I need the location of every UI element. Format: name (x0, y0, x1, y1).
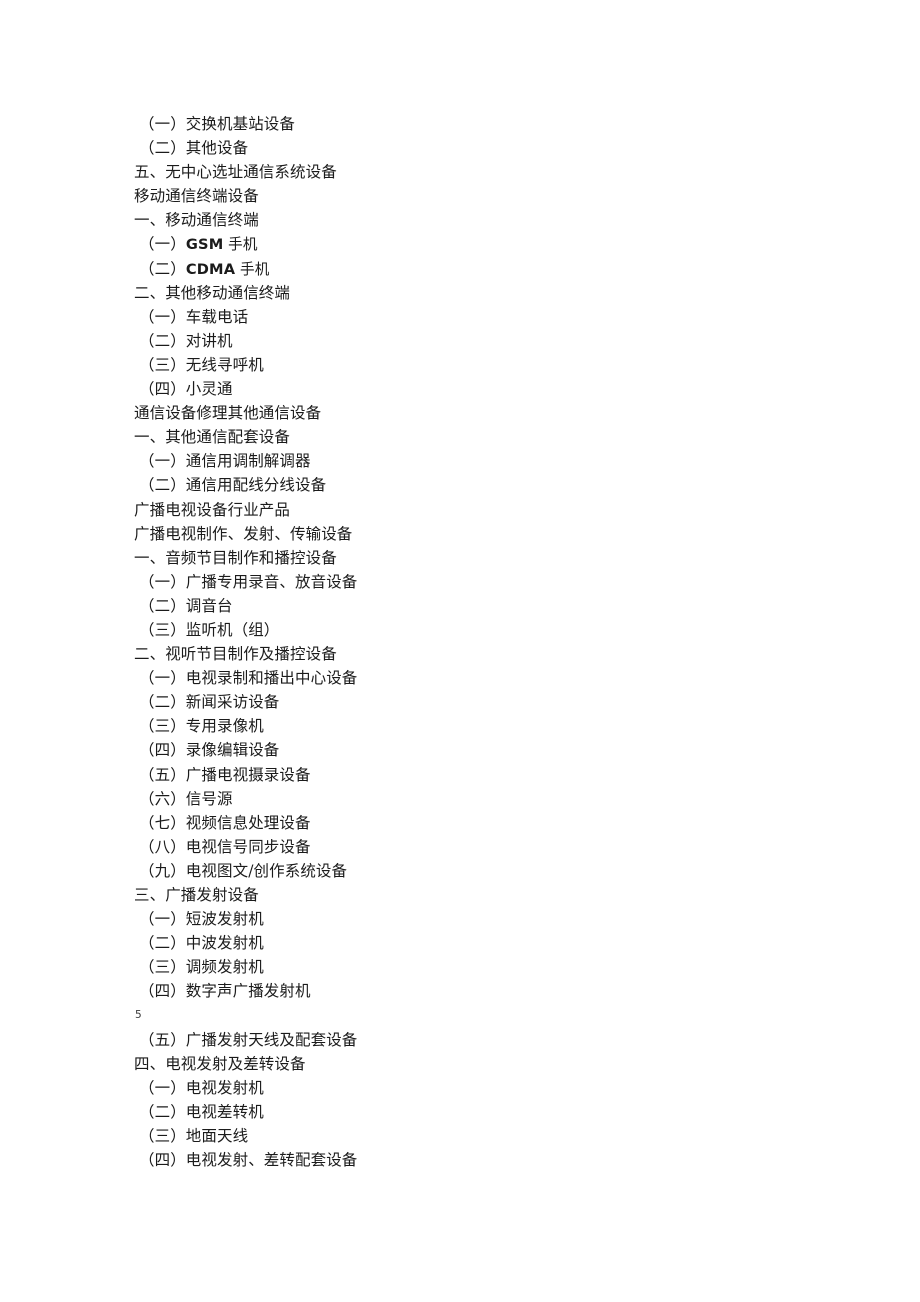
outline-line: （二）通信用配线分线设备 (139, 476, 327, 495)
outline-line: （四）小灵通 (139, 380, 233, 399)
outline-line: （一）车载电话 (139, 307, 249, 326)
outline-line: 广播电视设备行业产品 (134, 500, 291, 519)
outline-line: （三）调频发射机 (139, 958, 264, 977)
outline-term-cjk: 手机 (223, 236, 258, 254)
outline-line: 三、广播发射设备 (134, 886, 259, 904)
outline-line: 五、无中心选址通信系统设备 (134, 163, 337, 182)
outline-line: 通信设备修理其他通信设备 (134, 404, 322, 423)
outline-line: 移动通信终端设备 (134, 187, 259, 206)
outline-line: （二）电视差转机 (139, 1102, 264, 1121)
outline-line: （一）电视发射机 (139, 1078, 264, 1097)
outline-term-latin: GSM (185, 236, 224, 254)
outline-line: 一、其他通信配套设备 (134, 428, 291, 447)
outline-line: 二、视听节目制作及播控设备 (134, 645, 337, 664)
page-folio-number: 5 (135, 1009, 142, 1022)
outline-line: 一、移动通信终端 (134, 211, 259, 230)
outline-term-latin: CDMA (185, 260, 236, 278)
document-text-body: （一）交换机基站设备 （二）其他设备 五、无中心选址通信系统设备 移动通信终端设备 一、… (134, 112, 854, 1172)
outline-line: （五）广播发射天线及配套设备 (139, 1030, 358, 1049)
outline-marker: （二） (139, 259, 186, 278)
outline-line: （二）对讲机 (139, 331, 233, 350)
outline-line: （三）地面天线 (139, 1126, 249, 1145)
outline-line: （三）无线寻呼机 (139, 355, 264, 374)
outline-line: （七）视频信息处理设备 (139, 813, 311, 832)
outline-line: （二）CDMA 手机 (134, 257, 854, 281)
outline-line: （四）电视发射、差转配套设备 (139, 1151, 358, 1170)
outline-line: （一）电视录制和播出中心设备 (139, 669, 358, 688)
outline-term-cjk: 手机 (235, 260, 270, 278)
outline-line: （九）电视图文/创作系统设备 (139, 861, 348, 880)
outline-line: （一）交换机基站设备 (139, 115, 296, 133)
outline-line: （五）广播电视摄录设备 (139, 765, 311, 784)
outline-line: （二）调音台 (139, 596, 233, 615)
outline-line: （三）监听机（组） (139, 620, 280, 639)
outline-line: 广播电视制作、发射、传输设备 (134, 524, 353, 543)
outline-line: （二）其他设备 (139, 139, 249, 158)
outline-line: （一）短波发射机 (139, 910, 264, 929)
outline-line: （六）信号源 (139, 789, 233, 808)
outline-line: （二）新闻采访设备 (139, 693, 280, 712)
outline-line: （一）通信用调制解调器 (139, 452, 311, 471)
outline-line: （一）广播专用录音、放音设备 (139, 572, 358, 591)
document-page: （一）交换机基站设备 （二）其他设备 五、无中心选址通信系统设备 移动通信终端设备 一、… (0, 0, 920, 1302)
outline-line: （一）GSM 手机 (134, 232, 854, 256)
outline-line: （四）录像编辑设备 (139, 741, 280, 760)
outline-line: （四）数字声广播发射机 (139, 982, 311, 1001)
outline-line: （二）中波发射机 (139, 934, 264, 953)
outline-line: 一、音频节目制作和播控设备 (134, 548, 337, 567)
outline-line: （三）专用录像机 (139, 717, 264, 736)
outline-line: 二、其他移动通信终端 (134, 283, 291, 302)
outline-line: （八）电视信号同步设备 (139, 837, 311, 856)
outline-marker: （一） (139, 235, 186, 254)
outline-line: 四、电视发射及差转设备 (134, 1054, 306, 1073)
